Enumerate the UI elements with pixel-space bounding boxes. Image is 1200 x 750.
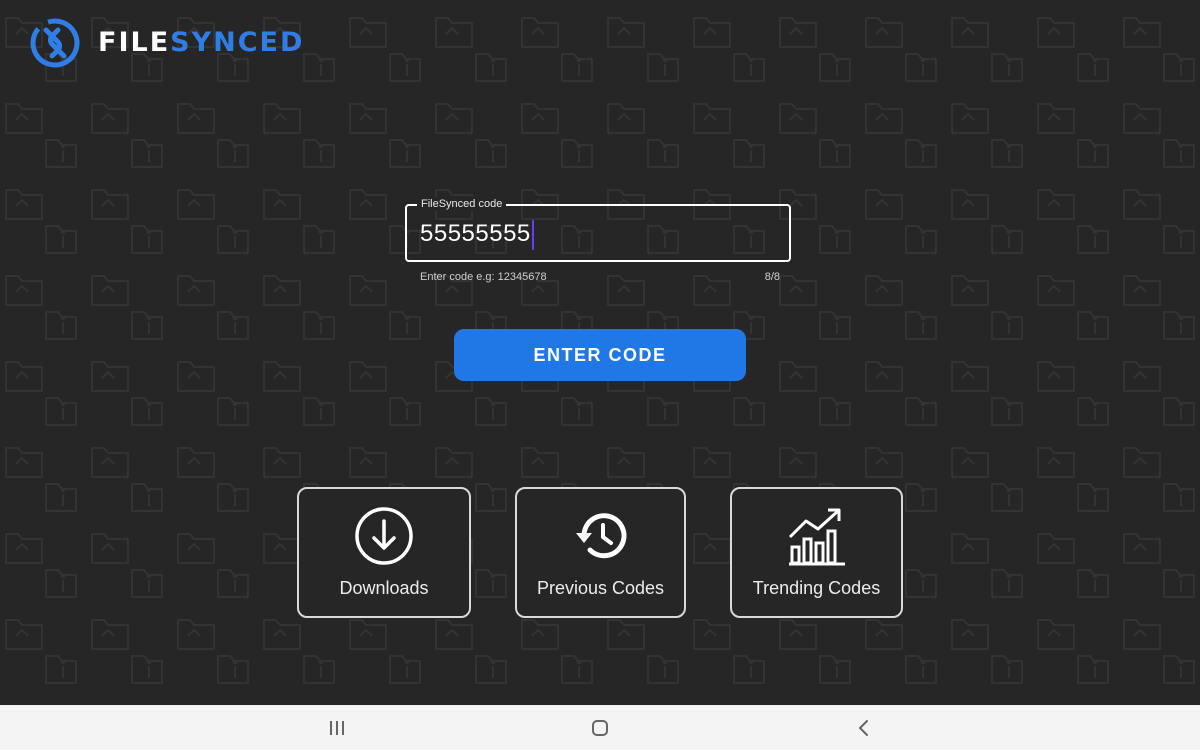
downloads-card[interactable]: Downloads	[297, 487, 471, 618]
enter-code-button[interactable]: ENTER CODE	[454, 329, 746, 381]
download-circle-icon	[355, 507, 413, 565]
text-cursor	[532, 220, 534, 250]
logo-text-synced: SYNCED	[170, 27, 305, 58]
system-navigation-bar	[0, 705, 1200, 750]
back-icon[interactable]	[849, 713, 879, 743]
trending-chart-icon	[788, 508, 845, 566]
code-input-helper: Enter code e.g: 12345678 8/8	[420, 270, 780, 284]
code-input-label: FileSynced code	[417, 197, 507, 211]
previous-codes-card-label: Previous Codes	[536, 578, 665, 598]
enter-code-button-label: ENTER CODE	[533, 344, 667, 365]
filesynced-logo-icon	[30, 18, 80, 68]
app-title: FILESYNCED	[98, 16, 304, 70]
recents-icon[interactable]	[322, 713, 352, 743]
trending-codes-card-label: Trending Codes	[752, 578, 881, 598]
app-screen: FILESYNCED FileSynced code 55555555 Ente…	[0, 0, 1200, 705]
code-input-hint: Enter code e.g: 12345678	[420, 271, 547, 283]
app-logo: FILESYNCED	[28, 16, 304, 70]
previous-codes-card[interactable]: Previous Codes	[515, 487, 686, 618]
downloads-card-label: Downloads	[339, 578, 429, 598]
screen: FILESYNCED FileSynced code 55555555 Ente…	[0, 0, 1200, 750]
code-input-value[interactable]: 55555555	[420, 220, 531, 248]
history-icon	[575, 513, 626, 559]
code-input[interactable]: FileSynced code 55555555	[405, 197, 791, 262]
home-icon[interactable]	[585, 713, 615, 743]
character-counter: 8/8	[764, 271, 780, 283]
logo-text-file: FILE	[98, 27, 171, 58]
trending-codes-card[interactable]: Trending Codes	[730, 487, 903, 618]
